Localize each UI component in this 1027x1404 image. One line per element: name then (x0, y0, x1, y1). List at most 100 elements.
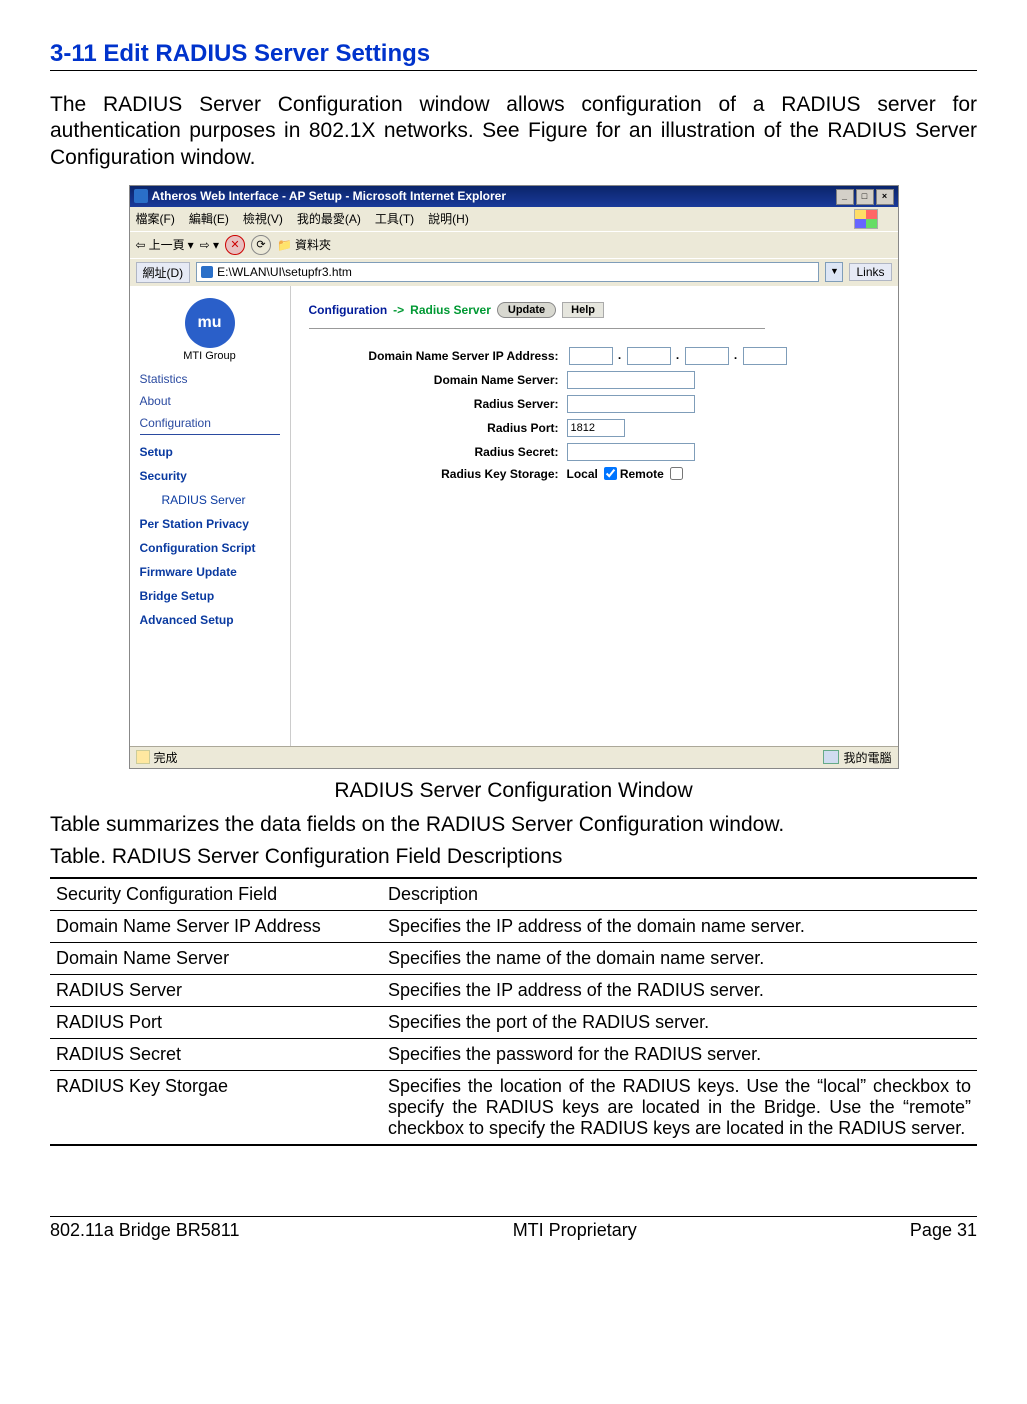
sidebar-item-per-station-privacy[interactable]: Per Station Privacy (140, 517, 280, 531)
table-row: RADIUS ServerSpecifies the IP address of… (50, 974, 977, 1006)
table-header-field: Security Configuration Field (50, 878, 382, 911)
stop-icon[interactable]: ✕ (225, 235, 245, 255)
table-summary-line: Table summarizes the data fields on the … (50, 813, 977, 837)
cell-description: Specifies the IP address of the RADIUS s… (382, 974, 977, 1006)
dns-input[interactable] (567, 371, 695, 389)
sidebar-item-security[interactable]: Security (140, 469, 280, 483)
remote-label: Remote (620, 467, 664, 481)
menu-tools[interactable]: 工具(T) (375, 210, 414, 227)
cell-field: Domain Name Server (50, 942, 382, 974)
sidebar-item-radius-server[interactable]: RADIUS Server (162, 493, 280, 507)
sidebar-item-configuration[interactable]: Configuration (140, 416, 280, 435)
zone-label: 我的電腦 (843, 749, 891, 766)
local-label: Local (567, 467, 598, 481)
dns-ip-octet-2[interactable] (627, 347, 671, 365)
windows-logo-icon (854, 209, 878, 229)
breadcrumb-radius-server: Radius Server (410, 303, 491, 317)
window-buttons: _□× (834, 188, 894, 205)
cell-field: RADIUS Port (50, 1006, 382, 1038)
sidebar-item-configuration-script[interactable]: Configuration Script (140, 541, 280, 555)
cell-description: Specifies the port of the RADIUS server. (382, 1006, 977, 1038)
label-radius-server: Radius Server: (309, 397, 567, 411)
toolbar: ⇦上一頁 ▾ ⇨ ▾ ✕ ⟳ 📁 資料夾 (130, 231, 898, 258)
section-title: 3-11 Edit RADIUS Server Settings (50, 40, 977, 71)
radius-server-input[interactable] (567, 395, 695, 413)
sidebar-item-firmware-update[interactable]: Firmware Update (140, 565, 280, 579)
page-icon (201, 266, 213, 278)
cell-field: Domain Name Server IP Address (50, 910, 382, 942)
description-table: Security Configuration Field Description… (50, 877, 977, 1146)
separator (309, 328, 766, 329)
done-icon (136, 750, 150, 764)
table-row: RADIUS SecretSpecifies the password for … (50, 1038, 977, 1070)
cell-field: RADIUS Secret (50, 1038, 382, 1070)
sidebar-item-bridge-setup[interactable]: Bridge Setup (140, 589, 280, 603)
menu-edit[interactable]: 編輯(E) (189, 210, 229, 227)
footer-left: 802.11a Bridge BR5811 (50, 1220, 239, 1241)
footer-center: MTI Proprietary (513, 1220, 637, 1241)
menu-help[interactable]: 說明(H) (428, 210, 469, 227)
table-header-description: Description (382, 878, 977, 911)
menu-file[interactable]: 檔案(F) (136, 210, 175, 227)
label-radius-port: Radius Port: (309, 421, 567, 435)
address-bar: 網址(D) E:\WLAN\UI\setupfr3.htm ▼ Links (130, 258, 898, 286)
radius-port-input[interactable] (567, 419, 625, 437)
brand-label: MTI Group (140, 350, 280, 362)
window-title: Atheros Web Interface - AP Setup - Micro… (152, 189, 507, 203)
window-titlebar: Atheros Web Interface - AP Setup - Micro… (130, 186, 898, 207)
breadcrumb-arrow: -> (393, 303, 404, 317)
back-button[interactable]: ⇦上一頁 ▾ (136, 236, 194, 253)
table-row: RADIUS PortSpecifies the port of the RAD… (50, 1006, 977, 1038)
cell-description: Specifies the IP address of the domain n… (382, 910, 977, 942)
sidebar: mu MTI Group Statistics About Configurat… (130, 286, 291, 746)
status-text: 完成 (154, 749, 178, 766)
sidebar-item-advanced-setup[interactable]: Advanced Setup (140, 613, 280, 627)
close-button[interactable]: × (876, 189, 894, 205)
links-button[interactable]: Links (849, 263, 891, 281)
cell-description: Specifies the password for the RADIUS se… (382, 1038, 977, 1070)
forward-button[interactable]: ⇨ ▾ (200, 238, 219, 252)
table-row: Domain Name Server IP AddressSpecifies t… (50, 910, 977, 942)
page-footer: 802.11a Bridge BR5811 MTI Proprietary Pa… (50, 1216, 977, 1241)
address-input[interactable]: E:\WLAN\UI\setupfr3.htm (196, 262, 819, 282)
mti-logo-icon: mu (185, 298, 235, 348)
breadcrumb-configuration: Configuration (309, 303, 388, 317)
label-dns-ip: Domain Name Server IP Address: (309, 349, 567, 363)
folders-button[interactable]: 📁 資料夾 (277, 236, 331, 253)
screenshot-image: Atheros Web Interface - AP Setup - Micro… (129, 185, 899, 769)
refresh-icon[interactable]: ⟳ (251, 235, 271, 255)
sidebar-item-statistics[interactable]: Statistics (140, 372, 280, 386)
menu-favorites[interactable]: 我的最愛(A) (297, 210, 361, 227)
update-button[interactable]: Update (497, 302, 556, 318)
address-dropdown[interactable]: ▼ (825, 262, 843, 282)
table-row: RADIUS Key StorgaeSpecifies the location… (50, 1070, 977, 1145)
footer-right: Page 31 (910, 1220, 977, 1241)
table-header-row: Security Configuration Field Description (50, 878, 977, 911)
figure-caption: RADIUS Server Configuration Window (50, 779, 977, 803)
computer-icon (823, 750, 839, 764)
local-checkbox[interactable] (604, 467, 617, 480)
remote-checkbox[interactable] (670, 467, 683, 480)
intro-paragraph: The RADIUS Server Configuration window a… (50, 92, 977, 171)
dns-ip-input-group: . . . (567, 347, 789, 365)
table-row: Domain Name ServerSpecifies the name of … (50, 942, 977, 974)
dns-ip-octet-3[interactable] (685, 347, 729, 365)
radius-secret-input[interactable] (567, 443, 695, 461)
main-panel: Configuration -> Radius Server Update He… (291, 286, 898, 746)
sidebar-item-about[interactable]: About (140, 394, 280, 408)
address-label: 網址(D) (136, 262, 191, 283)
menu-view[interactable]: 檢視(V) (243, 210, 283, 227)
dns-ip-octet-4[interactable] (743, 347, 787, 365)
sidebar-item-setup[interactable]: Setup (140, 445, 280, 459)
table-title: Table. RADIUS Server Configuration Field… (50, 845, 977, 869)
cell-field: RADIUS Server (50, 974, 382, 1006)
maximize-button[interactable]: □ (856, 189, 874, 205)
minimize-button[interactable]: _ (836, 189, 854, 205)
cell-description: Specifies the location of the RADIUS key… (382, 1070, 977, 1145)
status-bar: 完成 我的電腦 (130, 746, 898, 768)
label-radius-secret: Radius Secret: (309, 445, 567, 459)
cell-description: Specifies the name of the domain name se… (382, 942, 977, 974)
dns-ip-octet-1[interactable] (569, 347, 613, 365)
ie-icon (134, 189, 148, 203)
help-button[interactable]: Help (562, 302, 604, 318)
